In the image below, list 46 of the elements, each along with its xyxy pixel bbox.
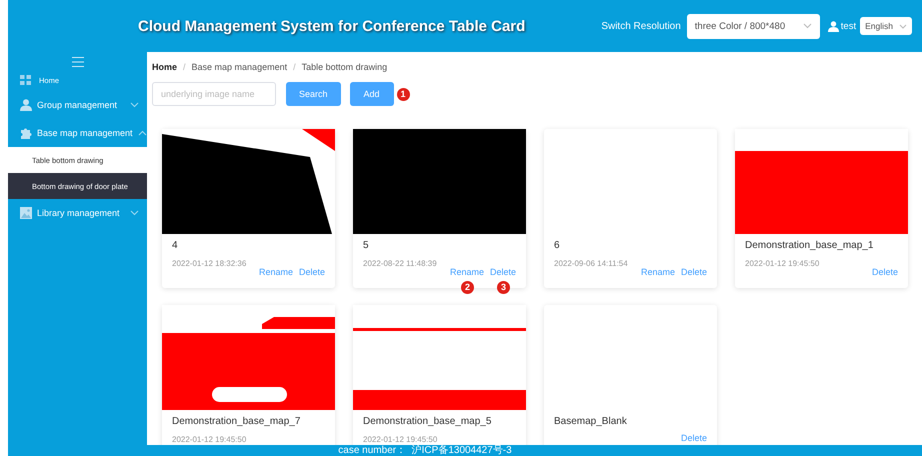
resolution-select[interactable]: three Color / 800*480 [686, 14, 820, 38]
card-title: Basemap_Blank [554, 416, 628, 428]
card-title: Demonstration_base_map_7 [172, 416, 302, 428]
app-title: Cloud Management System for Conference Table Card [138, 18, 526, 34]
action-link[interactable]: Delete [680, 266, 707, 278]
action-link[interactable]: Delete [298, 266, 325, 278]
card-title: Demonstration_base_map_5 [363, 416, 492, 428]
card-title: 6 [554, 240, 561, 252]
breadcrumb-link[interactable]: Home [152, 62, 178, 72]
chevron-icon [899, 24, 907, 28]
action-link[interactable]: Delete [872, 266, 898, 278]
person-icon [20, 99, 32, 111]
breadcrumb-separator: / [183, 62, 186, 72]
language-select[interactable]: English [860, 17, 912, 35]
action-link[interactable]: Rename [640, 266, 675, 278]
menu-item[interactable]: Base map management [8, 119, 147, 147]
toolbar-button[interactable]: Search [286, 82, 341, 106]
grid-icon [20, 75, 31, 85]
menu-icon[interactable] [72, 57, 84, 67]
user-icon [828, 20, 839, 32]
card-title: 5 [363, 240, 370, 252]
puzzle-icon [20, 127, 32, 139]
search-field[interactable]: underlying image name [152, 82, 276, 106]
image-icon [20, 207, 32, 219]
breadcrumb-link[interactable]: Table bottom drawing [302, 62, 388, 72]
card-date: 2022-01-12 19:45:50 [172, 435, 246, 445]
action-link[interactable]: Delete [680, 432, 707, 444]
card-date: 2022-08-22 11:48:39 [363, 259, 437, 269]
chevron-icon [802, 23, 812, 29]
number-marker: 3 [496, 281, 510, 294]
card-title: Demonstration_base_map_1 [745, 240, 874, 252]
breadcrumb-separator: / [293, 62, 296, 72]
number-marker: 2 [460, 281, 474, 294]
menu-item[interactable]: Library management [8, 199, 147, 227]
card-date: 2022-09-06 14:11:54 [554, 259, 628, 269]
card-date: 2022-01-12 19:45:50 [745, 259, 820, 269]
menu-item[interactable]: Group management [8, 91, 147, 119]
breadcrumb-link[interactable]: Base map management [192, 62, 288, 72]
card-date: 2022-01-12 19:45:50 [363, 435, 438, 445]
resolution-label: Switch Resolution [601, 20, 681, 32]
card-date: 2022-01-12 18:32:36 [172, 259, 246, 269]
action-link[interactable]: Rename [258, 266, 293, 278]
case-number: case number： 沪ICP备13004427号-3 [338, 445, 512, 456]
card-title: 4 [172, 240, 179, 252]
user-name[interactable]: test [840, 20, 856, 32]
number-marker: 1 [396, 88, 410, 101]
